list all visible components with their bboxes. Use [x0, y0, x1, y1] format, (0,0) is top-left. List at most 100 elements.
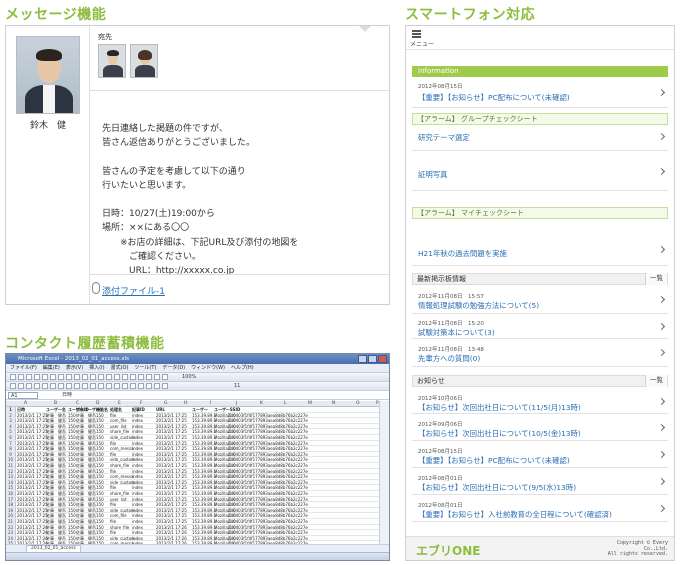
- table-cell[interactable]: 2d0403f1f4f177893aea8d8b76b2c227e: [228, 469, 308, 474]
- spreadsheet-grid[interactable]: ABCDEFGHIJKLMNOP 1 日時 ユーザー名 ユーザーID 対象ユーザー 機能名…: [6, 401, 379, 559]
- table-cell[interactable]: 2013/2/1 17:26: [17, 525, 48, 530]
- table-cell[interactable]: 153.39.89.1: [192, 491, 216, 496]
- alarm-my-item[interactable]: H21年秋の過去問題を実施: [412, 219, 668, 266]
- table-cell[interactable]: 150: [96, 480, 104, 485]
- row-number[interactable]: 18: [6, 502, 16, 507]
- table-cell[interactable]: 2013/2/1 17:26: [17, 530, 48, 535]
- table-cell[interactable]: 150: [68, 474, 76, 479]
- table-cell[interactable]: 153.39.89.1: [192, 413, 216, 418]
- table-cell[interactable]: 150: [68, 457, 76, 462]
- table-cell[interactable]: 150: [68, 435, 76, 440]
- table-cell[interactable]: 処理名: [110, 407, 122, 412]
- table-cell[interactable]: 佐藤 健吾: [76, 474, 96, 479]
- table-cell[interactable]: 150: [96, 435, 104, 440]
- table-cell[interactable]: 150: [96, 446, 104, 451]
- table-cell[interactable]: 佐藤 健吾: [76, 508, 96, 513]
- table-cell[interactable]: index: [132, 530, 143, 535]
- table-cell[interactable]: 佐藤 健吾: [46, 429, 66, 434]
- close-icon[interactable]: [378, 355, 387, 363]
- table-cell[interactable]: 2013/2/1 17:25: [156, 441, 187, 446]
- table-cell[interactable]: 150: [68, 413, 76, 418]
- table-cell[interactable]: 2d0403f1f4f177893aea8d8b76b2c227e: [228, 474, 308, 479]
- table-cell[interactable]: 2013/2/1 17:25: [17, 497, 48, 502]
- excel-menu-item[interactable]: ファイル(F): [10, 365, 37, 371]
- table-cell[interactable]: 佐藤 健吾: [76, 519, 96, 524]
- table-cell[interactable]: 佐藤 健吾: [76, 418, 96, 423]
- toolbar-button-icon[interactable]: [26, 383, 32, 389]
- table-cell[interactable]: 153.39.89.1: [192, 452, 216, 457]
- toolbar-button-icon[interactable]: [50, 374, 56, 380]
- toolbar-button-icon[interactable]: [162, 374, 168, 380]
- table-cell[interactable]: 150: [96, 424, 104, 429]
- toolbar-button-icon[interactable]: [66, 383, 72, 389]
- toolbar-button-icon[interactable]: [26, 374, 32, 380]
- table-cell[interactable]: index: [132, 474, 143, 479]
- excel-menu-item[interactable]: ヘルプ(H): [231, 365, 254, 371]
- table-cell[interactable]: 佐藤 健吾: [76, 480, 96, 485]
- table-cell[interactable]: index: [132, 446, 143, 451]
- toolbar-button-icon[interactable]: [90, 383, 96, 389]
- table-cell[interactable]: 佐藤 健吾: [76, 497, 96, 502]
- toolbar-button-icon[interactable]: [74, 374, 80, 380]
- toolbar-button-icon[interactable]: [34, 374, 40, 380]
- table-cell[interactable]: 2d0403f1f4f177893aea8d8b76b2c227e: [228, 485, 308, 490]
- table-cell[interactable]: 佐藤 健吾: [46, 452, 66, 457]
- table-cell[interactable]: index: [132, 536, 143, 541]
- table-cell[interactable]: 2013/2/1 17:26: [156, 530, 187, 535]
- table-cell[interactable]: index: [132, 452, 143, 457]
- table-cell[interactable]: 2013/2/1 17:26: [156, 525, 187, 530]
- toolbar-button-icon[interactable]: [138, 383, 144, 389]
- table-cell[interactable]: share_file: [110, 491, 129, 496]
- table-cell[interactable]: ユーザーSSID: [214, 407, 240, 412]
- table-cell[interactable]: 2013/2/1 17:25: [17, 452, 48, 457]
- board-item[interactable]: 2012年11月08日 15:57 情報処理試験の勉強方法について(5): [412, 285, 668, 314]
- zoom-value[interactable]: 100%: [182, 373, 196, 382]
- table-cell[interactable]: share_file: [110, 463, 129, 468]
- toolbar-button-icon[interactable]: [82, 383, 88, 389]
- toolbar-button-icon[interactable]: [58, 374, 64, 380]
- row-number[interactable]: 1: [6, 407, 16, 412]
- table-cell[interactable]: 2d0403f1f4f177893aea8d8b76b2c227e: [228, 536, 308, 541]
- recipient-avatar-2[interactable]: [130, 44, 158, 78]
- toolbar-button-icon[interactable]: [34, 383, 40, 389]
- toolbar-button-icon[interactable]: [98, 383, 104, 389]
- table-cell[interactable]: 佐藤 健吾: [46, 508, 66, 513]
- table-cell[interactable]: 150: [96, 502, 104, 507]
- table-cell[interactable]: 佐藤 健吾: [46, 536, 66, 541]
- table-cell[interactable]: 機能名: [96, 407, 108, 412]
- notice-item[interactable]: 2012年09月06日 【お知らせ】次回出社日について(10/5(金)13時): [412, 414, 668, 441]
- board-item[interactable]: 2012年11月08日 13:48 先輩方への質問(0): [412, 339, 668, 367]
- alarm-group-item-link[interactable]: 証明写真: [418, 169, 448, 180]
- table-cell[interactable]: 153.39.89.1: [192, 480, 216, 485]
- toolbar-button-icon[interactable]: [58, 383, 64, 389]
- alarm-group-item-link[interactable]: 研究テーマ選定: [418, 132, 470, 143]
- table-cell[interactable]: 150: [96, 519, 104, 524]
- table-cell[interactable]: 2013/2/1 17:25: [156, 435, 187, 440]
- table-cell[interactable]: index: [132, 502, 143, 507]
- row-number[interactable]: 9: [6, 451, 16, 456]
- table-cell[interactable]: 2d0403f1f4f177893aea8d8b76b2c227e: [228, 480, 308, 485]
- table-cell[interactable]: 2013/2/1 17:25: [17, 463, 48, 468]
- board-item-link[interactable]: 先輩方への質問(0): [418, 353, 480, 364]
- row-number[interactable]: 8: [6, 446, 16, 451]
- table-cell[interactable]: 2013/2/1 17:25: [156, 519, 187, 524]
- table-cell[interactable]: 佐藤 健吾: [76, 413, 96, 418]
- table-cell[interactable]: 153.39.89.1: [192, 457, 216, 462]
- table-cell[interactable]: 150: [96, 536, 104, 541]
- notice-item-link[interactable]: 【重要】【お知らせ】PC配布について(未確認): [418, 455, 570, 466]
- row-number[interactable]: 7: [6, 440, 16, 445]
- table-cell[interactable]: 2013/2/1 17:25: [17, 480, 48, 485]
- formula-input[interactable]: 日時: [62, 391, 72, 400]
- table-cell[interactable]: 佐藤 健吾: [76, 525, 96, 530]
- table-cell[interactable]: 2013/2/1 17:25: [156, 480, 187, 485]
- table-cell[interactable]: 佐藤 健吾: [76, 441, 96, 446]
- row-number[interactable]: 10: [6, 457, 16, 462]
- excel-menu-item[interactable]: 編集(E): [43, 365, 60, 371]
- table-cell[interactable]: file: [110, 485, 116, 490]
- table-cell[interactable]: index: [132, 513, 143, 518]
- table-cell[interactable]: 佐藤 健吾: [46, 502, 66, 507]
- table-cell[interactable]: index: [132, 497, 143, 502]
- row-number[interactable]: 15: [6, 485, 16, 490]
- toolbar-button-icon[interactable]: [114, 374, 120, 380]
- toolbar-button-icon[interactable]: [122, 383, 128, 389]
